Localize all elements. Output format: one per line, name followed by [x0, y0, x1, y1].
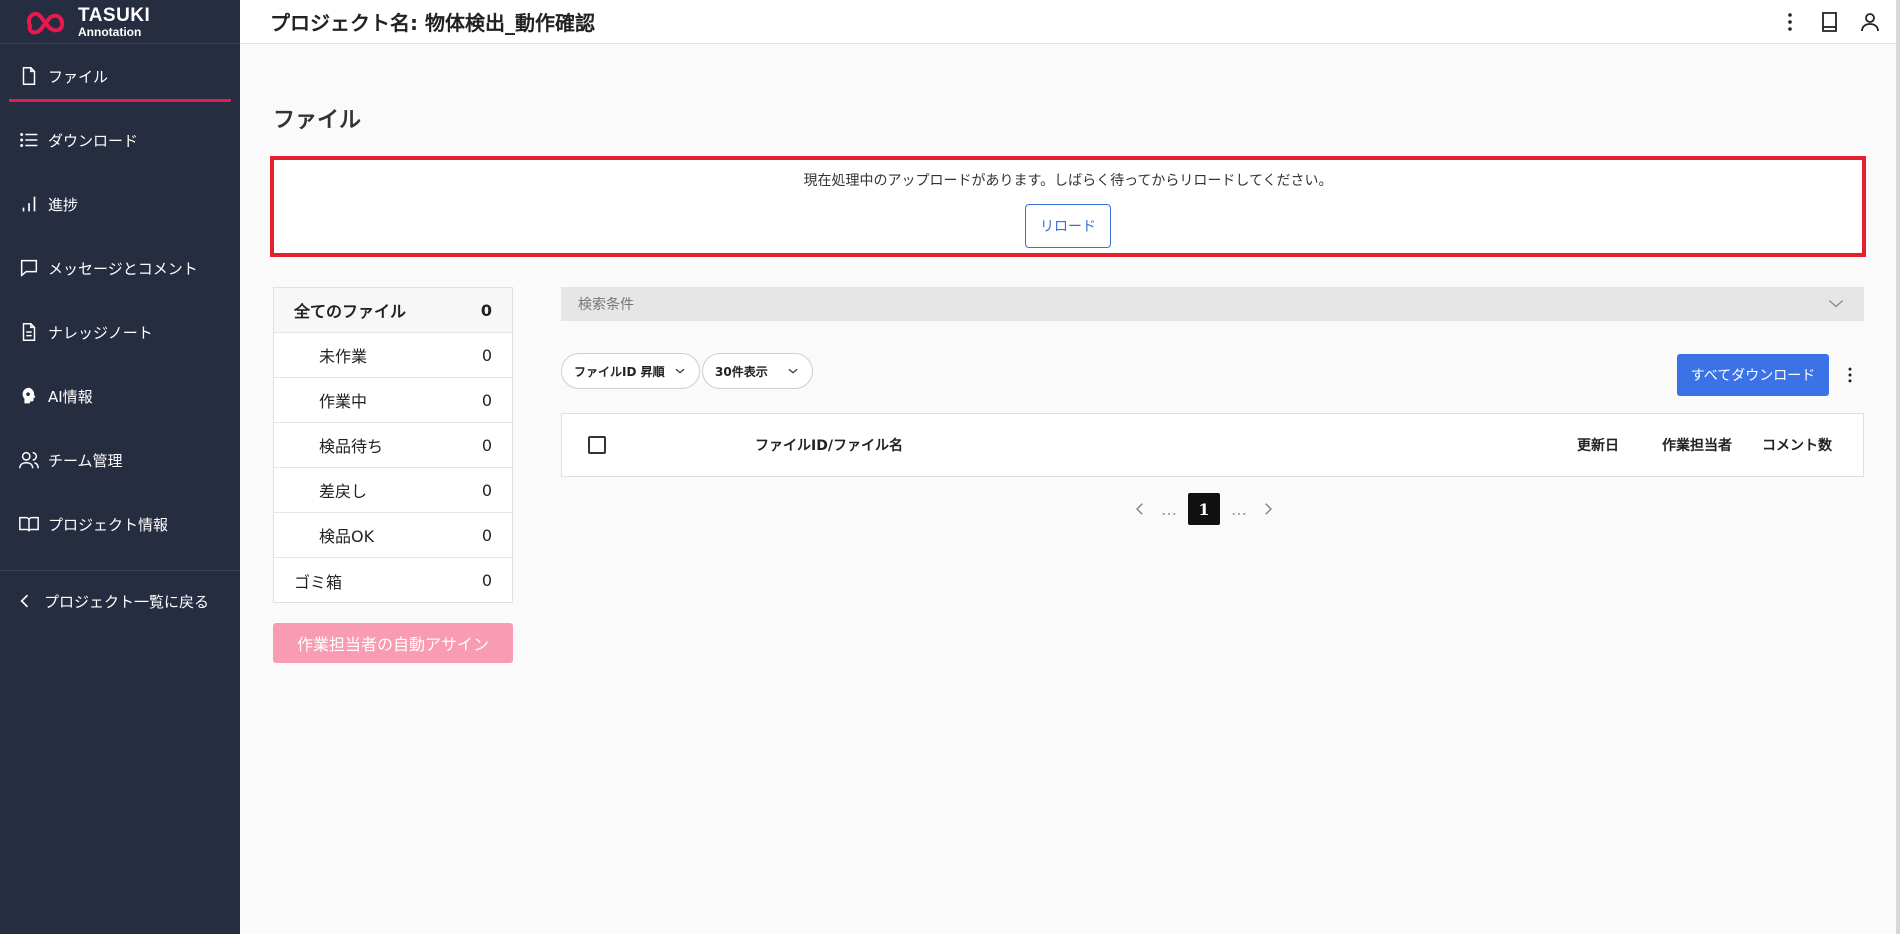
- sidebar-item-label: ナレッジノート: [48, 323, 153, 342]
- project-title: プロジェクト名: 物体検出_動作確認: [270, 11, 595, 35]
- alert-message: 現在処理中のアップロードがあります。しばらく待ってからリロードしてください。: [803, 173, 1333, 189]
- chevron-left-icon: [1135, 503, 1143, 515]
- status-filter-awaiting-inspection[interactable]: 検品待ち 0: [274, 423, 512, 468]
- top-header: プロジェクト名: 物体検出_動作確認: [240, 0, 1900, 44]
- column-assignee[interactable]: 作業担当者: [1662, 435, 1732, 455]
- sidebar-item-label: ファイル: [48, 67, 109, 86]
- sidebar-item-files[interactable]: ファイル: [0, 44, 240, 108]
- message-icon: [18, 257, 40, 279]
- sidebar-item-progress[interactable]: 進捗: [0, 172, 240, 236]
- status-filter-inspection-ok[interactable]: 検品OK 0: [274, 513, 512, 558]
- upload-in-progress-alert: 現在処理中のアップロードがあります。しばらく待ってからリロードしてください。 リ…: [270, 156, 1866, 257]
- sidebar-item-label: ダウンロード: [48, 131, 139, 150]
- column-updated-date[interactable]: 更新日: [1577, 435, 1619, 455]
- header-manual-button[interactable]: [1810, 4, 1850, 40]
- prev-page-button[interactable]: [1130, 499, 1150, 519]
- status-filter-returned[interactable]: 差戻し 0: [274, 468, 512, 513]
- status-count: 0: [481, 390, 492, 410]
- app-logo[interactable]: TASUKI Annotation: [0, 0, 240, 44]
- bar-chart-icon: [18, 193, 40, 215]
- select-all-checkbox[interactable]: [588, 436, 606, 454]
- page-title: ファイル: [273, 108, 362, 133]
- chevron-left-icon: [14, 590, 36, 612]
- download-all-button[interactable]: すべてダウンロード: [1677, 354, 1829, 396]
- sidebar-item-label: メッセージとコメント: [48, 259, 198, 278]
- page-size-value: 30件表示: [715, 364, 768, 379]
- logo-subtitle: Annotation: [78, 24, 142, 39]
- sidebar-item-messages[interactable]: メッセージとコメント: [0, 236, 240, 300]
- sidebar: TASUKI Annotation ファイル ダウンロード 進捗 メッセージとコ…: [0, 0, 240, 934]
- pagination: … 1 …: [1130, 493, 1278, 525]
- sidebar-item-label: チーム管理: [48, 451, 123, 470]
- sort-order-value: ファイルID 昇順: [574, 364, 665, 379]
- status-count: 0: [481, 345, 492, 365]
- document-icon: [18, 321, 40, 343]
- search-conditions-label: 検索条件: [578, 297, 634, 313]
- pagination-ellipsis-start[interactable]: …: [1158, 500, 1180, 519]
- status-filter-not-started[interactable]: 未作業 0: [274, 333, 512, 378]
- column-file-id-name[interactable]: ファイルID/ファイル名: [755, 435, 903, 455]
- list-more-button[interactable]: [1839, 360, 1861, 390]
- status-filter-all[interactable]: 全てのファイル 0: [274, 288, 512, 333]
- file-icon: [18, 65, 40, 87]
- sidebar-nav: ファイル ダウンロード 進捗 メッセージとコメント ナレッジノート AI情報 チ…: [0, 44, 240, 556]
- next-page-button[interactable]: [1258, 499, 1278, 519]
- status-count: 0: [481, 525, 492, 545]
- tasuki-logo-icon: [27, 11, 65, 34]
- back-label: プロジェクト一覧に戻る: [44, 592, 210, 611]
- status-filter-trash[interactable]: ゴミ箱 0: [274, 558, 512, 603]
- pagination-ellipsis-end[interactable]: …: [1228, 500, 1250, 519]
- sort-order-select[interactable]: ファイルID 昇順: [561, 353, 700, 389]
- ai-head-icon: [18, 385, 40, 407]
- logo-title: TASUKI: [78, 4, 151, 26]
- more-vertical-icon: [1848, 367, 1852, 383]
- chevron-down-icon: [1828, 300, 1844, 308]
- status-filter-in-progress[interactable]: 作業中 0: [274, 378, 512, 423]
- sidebar-item-label: 進捗: [48, 195, 79, 214]
- status-count: 0: [480, 300, 492, 320]
- page-scrollbar[interactable]: [1896, 0, 1900, 934]
- status-count: 0: [481, 571, 492, 590]
- sidebar-item-download[interactable]: ダウンロード: [0, 108, 240, 172]
- open-book-icon: [18, 513, 40, 535]
- user-icon: [1861, 12, 1879, 31]
- search-conditions-toggle[interactable]: 検索条件: [561, 287, 1864, 321]
- sidebar-item-label: AI情報: [48, 387, 93, 406]
- page-size-select[interactable]: 30件表示: [702, 353, 813, 389]
- chevron-right-icon: [1265, 503, 1273, 515]
- more-vertical-icon: [1788, 12, 1792, 31]
- header-more-button[interactable]: [1770, 4, 1810, 40]
- header-account-button[interactable]: [1850, 4, 1890, 40]
- back-to-projects-link[interactable]: プロジェクト一覧に戻る: [0, 571, 240, 631]
- list-icon: [18, 129, 40, 151]
- reload-button[interactable]: リロード: [1025, 204, 1111, 248]
- sidebar-item-ai-info[interactable]: AI情報: [0, 364, 240, 428]
- chevron-down-icon: [788, 368, 798, 374]
- auto-assign-button[interactable]: 作業担当者の自動アサイン: [273, 623, 513, 663]
- status-filter-panel: 全てのファイル 0 未作業 0 作業中 0 検品待ち 0 差戻し 0 検品OK …: [273, 287, 513, 603]
- column-comment-count[interactable]: コメント数: [1762, 435, 1832, 455]
- header-actions: [1770, 4, 1890, 40]
- book-icon: [1822, 11, 1837, 32]
- sidebar-item-label: プロジェクト情報: [48, 515, 169, 534]
- chevron-down-icon: [675, 368, 685, 374]
- file-table-header: ファイルID/ファイル名 更新日 作業担当者 コメント数: [561, 413, 1864, 477]
- status-count: 0: [481, 480, 492, 500]
- sidebar-item-knowledge[interactable]: ナレッジノート: [0, 300, 240, 364]
- users-icon: [18, 449, 40, 471]
- sidebar-item-project-info[interactable]: プロジェクト情報: [0, 492, 240, 556]
- pagination-current-page[interactable]: 1: [1188, 493, 1220, 525]
- status-count: 0: [481, 435, 492, 455]
- sidebar-item-team[interactable]: チーム管理: [0, 428, 240, 492]
